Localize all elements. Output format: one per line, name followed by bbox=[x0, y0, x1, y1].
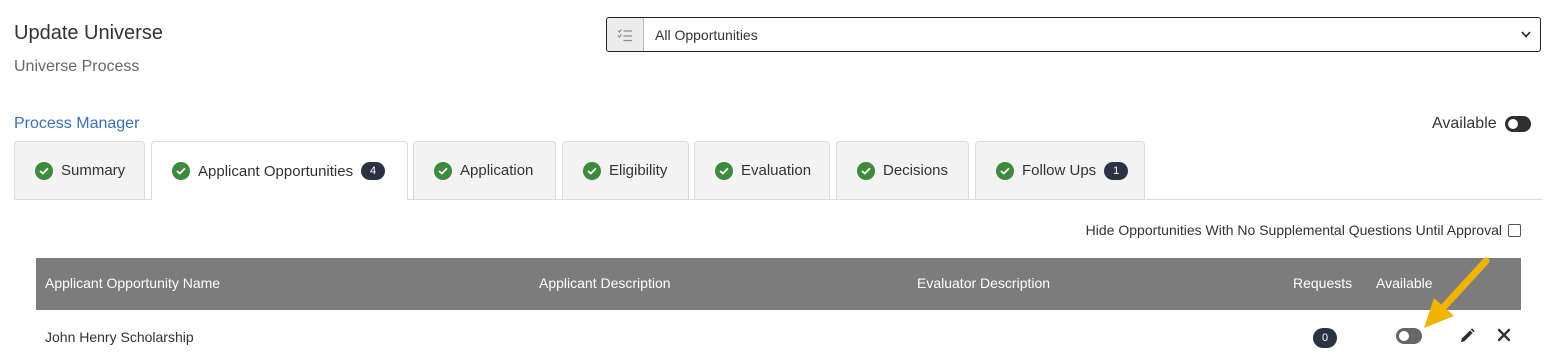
hide-opportunities-label: Hide Opportunities With No Supplemental … bbox=[1085, 222, 1502, 238]
process-available-control: Available bbox=[1432, 115, 1531, 133]
filter-selected-value: All Opportunities bbox=[655, 26, 758, 43]
tab-summary[interactable]: Summary bbox=[14, 141, 145, 199]
process-available-label: Available bbox=[1432, 115, 1497, 132]
tab-label: Decisions bbox=[883, 162, 949, 179]
column-header-evaluator-description: Evaluator Description bbox=[917, 275, 1051, 291]
table-header: Applicant Opportunity Name Applicant Des… bbox=[36, 258, 1521, 310]
tab-decisions[interactable]: Decisions bbox=[836, 141, 969, 199]
table-row: John Henry Scholarship 0 bbox=[36, 310, 1521, 358]
opportunity-filter-select[interactable]: All Opportunities bbox=[606, 17, 1541, 52]
column-header-name: Applicant Opportunity Name bbox=[45, 275, 221, 291]
tab-count-badge: 4 bbox=[361, 162, 386, 180]
check-circle-icon bbox=[583, 161, 601, 180]
requests-count-badge: 0 bbox=[1313, 328, 1337, 348]
column-header-applicant-description: Applicant Description bbox=[539, 275, 671, 291]
tab-applicant-opportunities[interactable]: Applicant Opportunities 4 bbox=[151, 141, 408, 200]
tab-label: Evaluation bbox=[741, 162, 812, 179]
tab-label: Applicant Opportunities bbox=[198, 162, 354, 180]
opportunity-name: John Henry Scholarship bbox=[45, 329, 194, 345]
process-manager-link[interactable]: Process Manager bbox=[14, 115, 139, 133]
tab-evaluation[interactable]: Evaluation bbox=[694, 141, 830, 199]
check-circle-icon bbox=[434, 161, 452, 180]
check-circle-icon bbox=[172, 162, 190, 180]
process-available-toggle[interactable] bbox=[1504, 116, 1531, 132]
tab-label: Application bbox=[460, 162, 534, 179]
check-circle-icon bbox=[35, 161, 53, 180]
check-circle-icon bbox=[996, 161, 1014, 180]
tab-follow-ups[interactable]: Follow Ups 1 bbox=[975, 141, 1145, 199]
tab-label: Summary bbox=[61, 162, 126, 179]
chevron-down-icon bbox=[1512, 18, 1540, 51]
tab-label: Eligibility bbox=[609, 162, 668, 179]
tab-label: Follow Ups bbox=[1022, 162, 1097, 179]
page-title: Update Universe bbox=[14, 22, 163, 44]
page-subtitle: Universe Process bbox=[14, 58, 140, 75]
list-check-icon bbox=[607, 18, 644, 51]
check-circle-icon bbox=[715, 161, 733, 180]
tab-count-badge: 1 bbox=[1104, 161, 1129, 180]
tab-application[interactable]: Application bbox=[413, 141, 556, 199]
hide-opportunities-option: Hide Opportunities With No Supplemental … bbox=[1086, 222, 1521, 238]
annotation-arrow-icon bbox=[1424, 257, 1490, 328]
column-header-requests: Requests bbox=[1293, 275, 1353, 291]
hide-opportunities-checkbox[interactable] bbox=[1508, 223, 1521, 237]
tab-eligibility[interactable]: Eligibility bbox=[562, 141, 689, 199]
check-circle-icon bbox=[857, 161, 875, 180]
